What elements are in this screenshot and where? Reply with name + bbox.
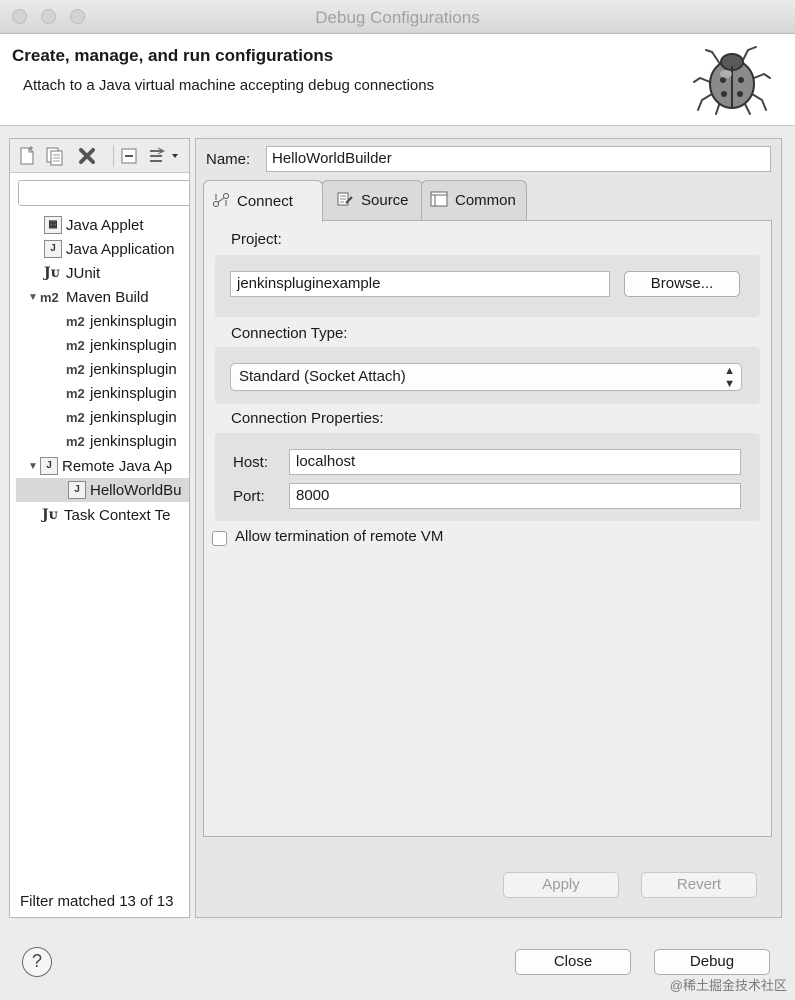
tab-common[interactable]: Common bbox=[421, 180, 527, 220]
source-icon bbox=[336, 191, 354, 211]
duplicate-icon[interactable] bbox=[44, 145, 66, 167]
expanded-arrow-icon[interactable]: ▼ bbox=[28, 461, 40, 472]
filter-status: Filter matched 13 of 13 bbox=[20, 893, 174, 910]
tree-item-label: jenkinsplugin bbox=[90, 360, 177, 378]
host-label: Host: bbox=[233, 454, 269, 471]
port-label: Port: bbox=[233, 488, 265, 505]
tree-item-maven-config[interactable]: m2 jenkinsplugin bbox=[66, 381, 177, 405]
help-icon[interactable]: ? bbox=[22, 947, 52, 977]
connection-properties-label: Connection Properties: bbox=[231, 410, 384, 427]
dialog-header: Create, manage, and run configurations A… bbox=[0, 34, 795, 126]
tree-item-maven-build[interactable]: ▼ m2 Maven Build bbox=[28, 285, 149, 309]
common-icon bbox=[430, 191, 448, 211]
name-input[interactable]: HelloWorldBuilder bbox=[266, 146, 771, 172]
tree-item-label: jenkinsplugin bbox=[90, 384, 177, 402]
tree-item-helloworldbuilder[interactable]: J HelloWorldBu bbox=[16, 478, 189, 502]
revert-button[interactable]: Revert bbox=[641, 872, 757, 898]
java-application-icon: J bbox=[44, 240, 62, 258]
junit-icon: Jᴜ bbox=[44, 265, 60, 281]
configuration-tree-pane: ▦ Java Applet J Java Application Jᴜ JUni… bbox=[9, 138, 190, 918]
host-input[interactable]: localhost bbox=[289, 449, 741, 475]
apply-button[interactable]: Apply bbox=[503, 872, 619, 898]
select-arrows-icon: ▲ ▼ bbox=[724, 365, 735, 390]
connect-icon bbox=[212, 192, 230, 212]
allow-termination-label: Allow termination of remote VM bbox=[235, 528, 444, 545]
connect-tab-content: Project: jenkinspluginexample Browse... … bbox=[203, 220, 772, 837]
tree-item-maven-config[interactable]: m2 jenkinsplugin bbox=[66, 357, 177, 381]
port-input[interactable]: 8000 bbox=[289, 483, 741, 509]
connection-properties-group: Host: localhost Port: 8000 bbox=[215, 433, 760, 521]
junit-icon: Jᴜ bbox=[42, 507, 58, 523]
maven-icon: m2 bbox=[66, 385, 85, 401]
connection-type-label: Connection Type: bbox=[231, 325, 348, 342]
tab-label: Source bbox=[361, 192, 409, 209]
tree-item-label: JUnit bbox=[66, 264, 101, 282]
tree-item-java-applet[interactable]: ▦ Java Applet bbox=[44, 213, 144, 237]
toolbar-separator bbox=[113, 145, 114, 167]
tab-connect[interactable]: Connect bbox=[203, 180, 323, 222]
maven-icon: m2 bbox=[40, 289, 59, 305]
remote-java-icon: J bbox=[68, 481, 86, 499]
tree-item-java-application[interactable]: J Java Application bbox=[44, 237, 174, 261]
tree-item-label: jenkinsplugin bbox=[90, 408, 177, 426]
browse-button[interactable]: Browse... bbox=[624, 271, 740, 297]
debug-button[interactable]: Debug bbox=[654, 949, 770, 975]
maven-icon: m2 bbox=[66, 433, 85, 449]
maven-icon: m2 bbox=[66, 361, 85, 377]
tree-item-label: Remote Java Ap bbox=[62, 457, 173, 475]
dialog-title: Create, manage, and run configurations bbox=[12, 46, 334, 65]
dialog-description: Attach to a Java virtual machine accepti… bbox=[23, 77, 435, 94]
tree-item-label: Java Applet bbox=[66, 216, 144, 234]
maven-icon: m2 bbox=[66, 409, 85, 425]
delete-icon[interactable] bbox=[76, 145, 98, 167]
java-applet-icon: ▦ bbox=[44, 216, 62, 234]
connection-type-value: Standard (Socket Attach) bbox=[239, 368, 406, 385]
tree-item-junit[interactable]: Jᴜ JUnit bbox=[44, 261, 100, 285]
tab-label: Common bbox=[455, 192, 516, 209]
watermark: @稀土掘金技术社区 bbox=[669, 978, 787, 993]
filter-input[interactable] bbox=[18, 180, 189, 206]
window-title: Debug Configurations bbox=[315, 8, 480, 27]
tree-item-label: Maven Build bbox=[66, 288, 149, 306]
debug-bug-icon bbox=[693, 46, 771, 115]
tree-toolbar bbox=[10, 139, 189, 173]
tree-item-task-context-test[interactable]: Jᴜ Task Context Te bbox=[42, 503, 170, 527]
tree-item-label: jenkinsplugin bbox=[90, 432, 177, 450]
tree-item-maven-config[interactable]: m2 jenkinsplugin bbox=[66, 333, 177, 357]
filter-menu-icon[interactable] bbox=[146, 145, 182, 167]
remote-java-icon: J bbox=[40, 457, 58, 475]
tab-label: Connect bbox=[237, 193, 293, 210]
tree-item-label: jenkinsplugin bbox=[90, 336, 177, 354]
window-titlebar: Debug Configurations bbox=[0, 0, 795, 34]
collapse-all-icon[interactable] bbox=[118, 145, 140, 167]
connection-type-group: Standard (Socket Attach) ▲ ▼ bbox=[215, 347, 760, 404]
name-label: Name: bbox=[206, 151, 251, 168]
tab-source[interactable]: Source bbox=[321, 180, 423, 220]
maven-icon: m2 bbox=[66, 337, 85, 353]
close-button[interactable]: Close bbox=[515, 949, 631, 975]
tree-item-maven-config[interactable]: m2 jenkinsplugin bbox=[66, 405, 177, 429]
tree-item-remote-java-application[interactable]: ▼ J Remote Java Ap bbox=[28, 454, 172, 478]
tree-item-maven-config[interactable]: m2 jenkinsplugin bbox=[66, 429, 177, 453]
expanded-arrow-icon[interactable]: ▼ bbox=[28, 292, 40, 303]
tree-item-label: HelloWorldBu bbox=[90, 481, 182, 499]
tree-item-label: Task Context Te bbox=[64, 506, 171, 524]
project-group-label: Project: bbox=[231, 231, 282, 248]
new-configuration-icon[interactable] bbox=[16, 145, 38, 167]
tree-item-maven-config[interactable]: m2 jenkinsplugin bbox=[66, 309, 177, 333]
allow-termination-checkbox[interactable] bbox=[212, 531, 227, 546]
project-group: jenkinspluginexample Browse... bbox=[215, 255, 760, 317]
tree-item-label: Java Application bbox=[66, 240, 175, 258]
project-input[interactable]: jenkinspluginexample bbox=[230, 271, 610, 297]
maven-icon: m2 bbox=[66, 313, 85, 329]
configuration-editor: Name: HelloWorldBuilder Connect Source C… bbox=[195, 138, 782, 918]
connection-type-select[interactable]: Standard (Socket Attach) ▲ ▼ bbox=[230, 363, 742, 391]
tab-folder: Connect Source Common Project: jenkinspl… bbox=[203, 180, 772, 840]
tree-item-label: jenkinsplugin bbox=[90, 312, 177, 330]
